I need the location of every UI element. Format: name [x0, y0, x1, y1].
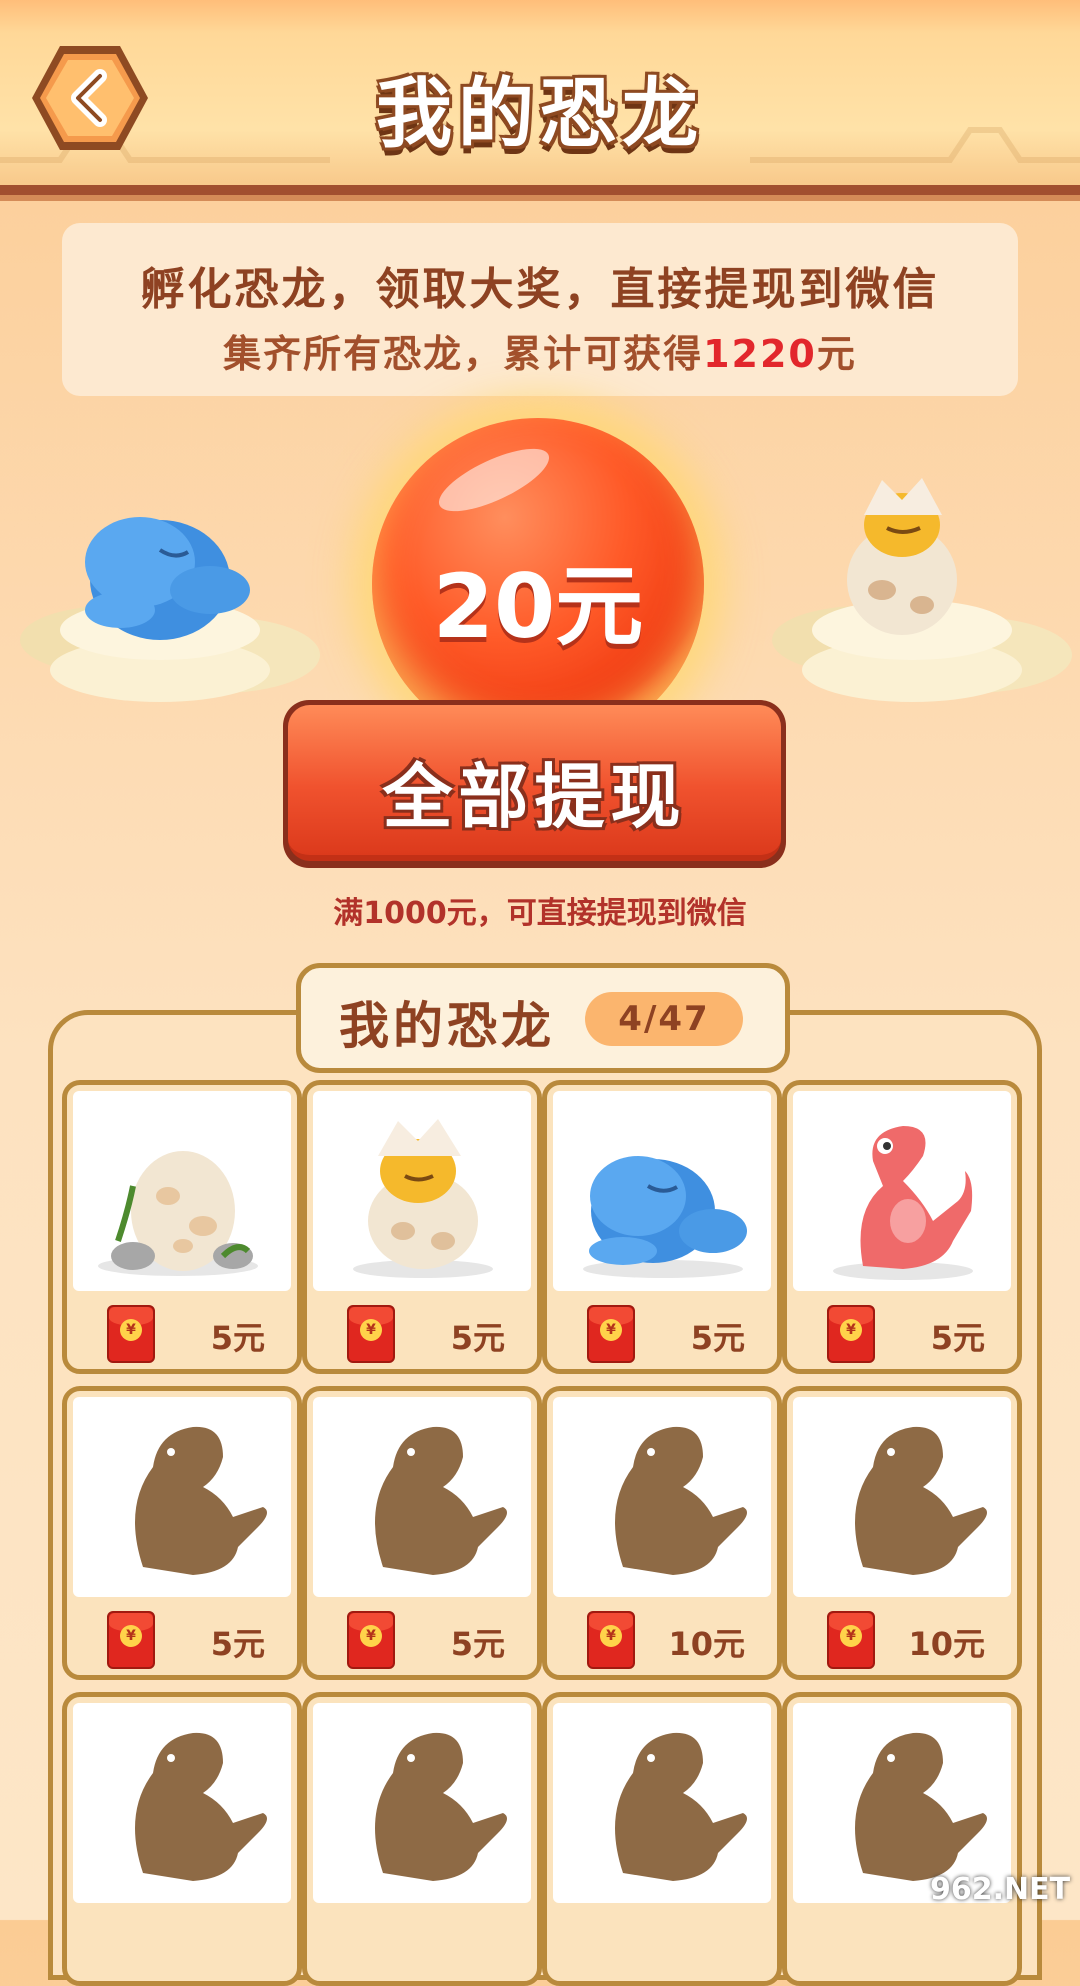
hatching-image — [313, 1091, 531, 1291]
locked-dino-silhouette — [553, 1397, 771, 1597]
dino-card[interactable]: ¥5元 — [542, 1080, 782, 1374]
card-reward-value: 5元 — [210, 1319, 265, 1357]
locked-dino-silhouette — [73, 1397, 291, 1597]
top-bar: 我的恐龙 — [0, 0, 1080, 195]
locked-dino-silhouette — [793, 1397, 1011, 1597]
banner-subline-prefix: 集齐所有恐龙，累计可获得 — [223, 332, 704, 376]
card-reward-value: 5元 — [930, 1319, 985, 1357]
red-dino-image — [793, 1091, 1011, 1291]
dino-card[interactable] — [302, 1692, 542, 1986]
collection-title: 我的恐龙 — [339, 997, 555, 1055]
card-reward-value: 10元 — [668, 1625, 745, 1663]
red-envelope-icon: ¥ — [587, 1305, 635, 1363]
red-envelope-icon: ¥ — [827, 1305, 875, 1363]
locked-dino-silhouette — [553, 1703, 771, 1903]
total-reward-amount: 1220 — [703, 332, 817, 376]
card-reward-value: 5元 — [210, 1625, 265, 1663]
collection-count-badge: 4/47 — [585, 992, 743, 1046]
card-reward-value: 10元 — [908, 1625, 985, 1663]
card-reward-value: 5元 — [450, 1319, 505, 1357]
left-pedestal-blue-dino — [20, 517, 320, 702]
card-reward: ¥5元 — [793, 1297, 1011, 1363]
withdraw-button-face: 全部提现 — [288, 705, 781, 861]
card-reward: ¥5元 — [73, 1297, 291, 1363]
dino-card[interactable]: ¥10元 — [542, 1386, 782, 1680]
dino-card[interactable] — [542, 1692, 782, 1986]
withdraw-all-button[interactable]: 全部提现 — [283, 700, 786, 868]
dino-card[interactable] — [62, 1692, 302, 1986]
reward-banner: 孵化恐龙，领取大奖，直接提现到微信 集齐所有恐龙，累计可获得1220元 — [62, 223, 1018, 396]
red-envelope-icon: ¥ — [347, 1305, 395, 1363]
dino-card[interactable]: ¥5元 — [302, 1080, 542, 1374]
card-reward: ¥10元 — [553, 1603, 771, 1669]
red-envelope-icon: ¥ — [107, 1611, 155, 1669]
dino-card[interactable]: ¥5元 — [62, 1080, 302, 1374]
card-reward: ¥5元 — [313, 1603, 531, 1669]
egg-image — [73, 1091, 291, 1291]
dino-card[interactable] — [782, 1692, 1022, 1986]
banner-subline-suffix: 元 — [816, 332, 857, 376]
watermark-text: 962.NET — [930, 1872, 1071, 1907]
dino-card[interactable]: ¥10元 — [782, 1386, 1022, 1680]
page-title: 我的恐龙 — [376, 69, 704, 158]
card-reward: ¥5元 — [313, 1297, 531, 1363]
card-reward: ¥10元 — [793, 1603, 1011, 1669]
right-pedestal-egg — [772, 478, 1072, 702]
dino-card[interactable]: ¥5元 — [782, 1080, 1022, 1374]
orb-highlight — [431, 436, 557, 524]
blue-dino-image — [553, 1091, 771, 1291]
red-envelope-icon: ¥ — [347, 1611, 395, 1669]
red-envelope-icon: ¥ — [587, 1611, 635, 1669]
locked-dino-silhouette — [73, 1703, 291, 1903]
withdraw-button-label: 全部提现 — [382, 756, 687, 838]
balance-value: 20元 — [432, 555, 644, 658]
red-envelope-icon: ¥ — [107, 1305, 155, 1363]
dino-card[interactable]: ¥5元 — [302, 1386, 542, 1680]
locked-dino-silhouette — [313, 1703, 531, 1903]
collection-header: 我的恐龙 4/47 — [296, 963, 790, 1073]
card-reward: ¥5元 — [553, 1297, 771, 1363]
red-envelope-icon: ¥ — [827, 1611, 875, 1669]
locked-dino-silhouette — [313, 1397, 531, 1597]
banner-subline: 集齐所有恐龙，累计可获得1220元 — [62, 323, 1018, 378]
dino-card[interactable]: ¥5元 — [62, 1386, 302, 1680]
card-reward-value: 5元 — [450, 1625, 505, 1663]
card-reward: ¥5元 — [73, 1603, 291, 1669]
banner-headline: 孵化恐龙，领取大奖，直接提现到微信 — [140, 264, 940, 315]
card-reward-value: 5元 — [690, 1319, 745, 1357]
withdraw-note: 满1000元，可直接提现到微信 — [333, 896, 747, 931]
